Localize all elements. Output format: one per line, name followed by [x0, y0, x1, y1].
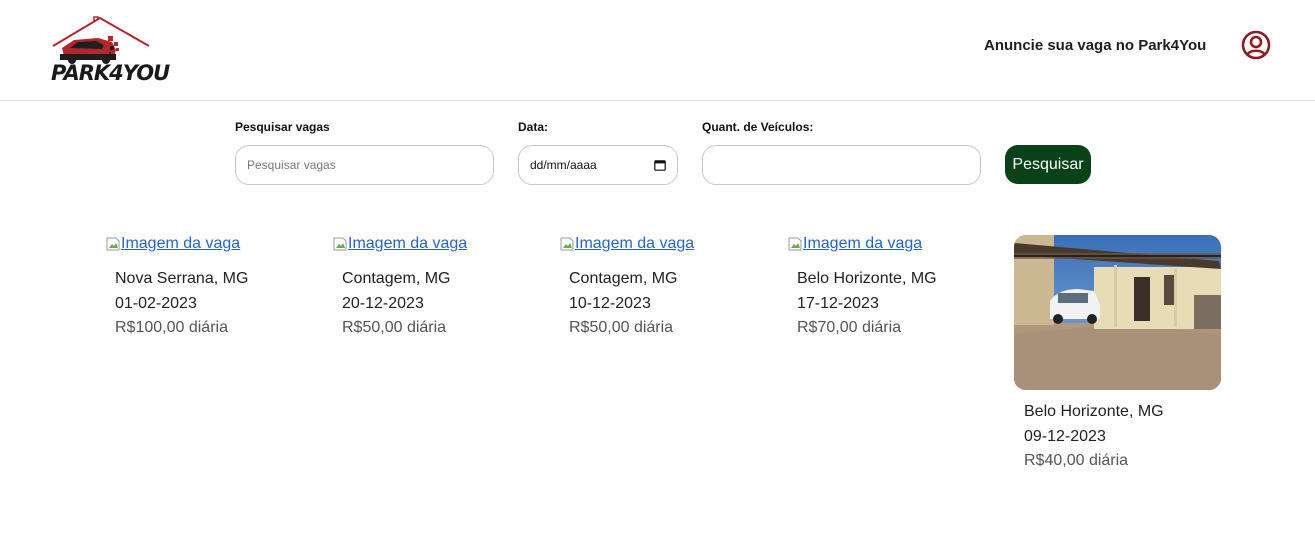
- listing-location: Contagem, MG: [342, 270, 451, 287]
- listing-card[interactable]: Imagem da vaga Contagem, MG 20-12-2023 R…: [332, 235, 467, 341]
- listing-price: R$100,00 diária: [115, 319, 228, 336]
- broken-image-icon: [788, 237, 802, 251]
- listing-price: R$40,00 diária: [1024, 452, 1129, 469]
- listing-location: Belo Horizonte, MG: [797, 270, 937, 287]
- listing-image-alt: Imagem da vaga: [803, 235, 923, 252]
- listing-date: 10-12-2023: [569, 294, 651, 312]
- listing-price: R$50,00 diária: [569, 319, 674, 336]
- date-placeholder: dd/mm/aaaa: [530, 158, 597, 172]
- listing-image-alt: Imagem da vaga: [121, 235, 241, 252]
- vehicles-quantity-input[interactable]: [702, 145, 981, 185]
- listing-date: 20-12-2023: [342, 294, 424, 312]
- garage-photo-image: [1014, 235, 1221, 390]
- date-input[interactable]: dd/mm/aaaa: [518, 145, 678, 185]
- search-button[interactable]: Pesquisar: [1005, 145, 1091, 184]
- listing-location: Belo Horizonte, MG: [1024, 403, 1164, 420]
- listing-image-broken[interactable]: Imagem da vaga: [787, 235, 937, 253]
- listing-image-alt: Imagem da vaga: [348, 235, 468, 252]
- listing-date: 01-02-2023: [115, 294, 197, 312]
- listing-card[interactable]: Imagem da vaga Nova Serrana, MG 01-02-20…: [105, 235, 248, 341]
- vehicles-label: Quant. de Veículos:: [702, 120, 814, 134]
- site-header: PARK4YOU Anuncie sua vaga no Park4You: [0, 0, 1315, 101]
- search-query-label: Pesquisar vagas: [235, 120, 330, 134]
- listing-date: 09-12-2023: [1024, 427, 1106, 445]
- listing-card-info: Belo Horizonte, MG 09-12-2023 R$40,00 di…: [1024, 400, 1164, 474]
- announce-spot-link[interactable]: Anuncie sua vaga no Park4You: [984, 37, 1206, 54]
- user-circle-icon[interactable]: [1241, 30, 1271, 60]
- listing-price: R$70,00 diária: [797, 319, 902, 336]
- park4you-logo[interactable]: PARK4YOU: [50, 16, 170, 90]
- calendar-icon[interactable]: [654, 159, 666, 171]
- listing-card[interactable]: Imagem da vaga Belo Horizonte, MG 17-12-…: [787, 235, 937, 341]
- broken-image-icon: [106, 237, 120, 251]
- broken-image-icon: [560, 237, 574, 251]
- listing-photo-garage[interactable]: [1014, 235, 1221, 390]
- search-query-input[interactable]: [235, 145, 494, 185]
- listing-date: 17-12-2023: [797, 294, 879, 312]
- broken-image-icon: [333, 237, 347, 251]
- listing-location: Contagem, MG: [569, 270, 678, 287]
- listing-image-alt: Imagem da vaga: [575, 235, 695, 252]
- listing-image-broken[interactable]: Imagem da vaga: [105, 235, 248, 253]
- date-label: Data:: [518, 120, 549, 134]
- listing-image-broken[interactable]: Imagem da vaga: [332, 235, 467, 253]
- listing-location: Nova Serrana, MG: [115, 270, 249, 287]
- listing-image-broken[interactable]: Imagem da vaga: [559, 235, 694, 253]
- logo-text: PARK4YOU: [51, 61, 170, 85]
- listing-price: R$50,00 diária: [342, 319, 447, 336]
- listing-card[interactable]: Imagem da vaga Contagem, MG 10-12-2023 R…: [559, 235, 694, 341]
